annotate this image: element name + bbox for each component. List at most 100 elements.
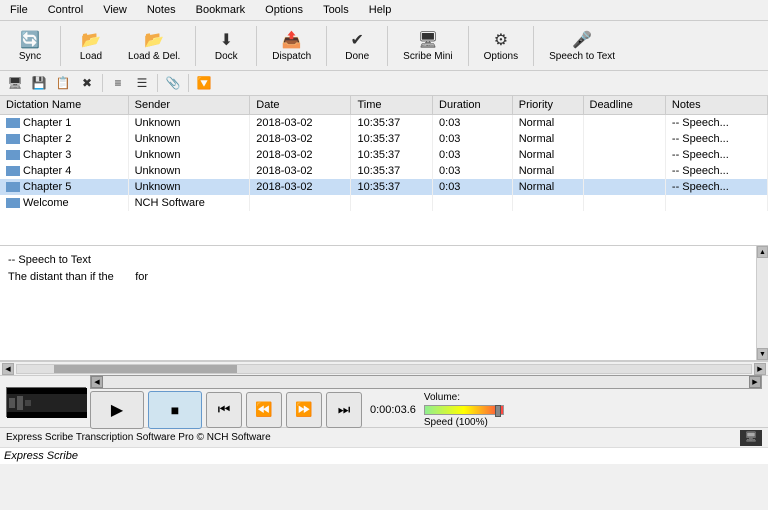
col-deadline[interactable]: Deadline <box>583 96 665 115</box>
table-cell: 10:35:37 <box>351 115 433 132</box>
hscroll-left-arrow[interactable]: ◀ <box>2 363 14 375</box>
menu-tools[interactable]: Tools <box>317 2 355 18</box>
sync-icon: 🔄 <box>16 29 44 51</box>
table-cell: -- Speech... <box>665 147 767 163</box>
menu-control[interactable]: Control <box>42 2 89 18</box>
tb2-list-icon[interactable]: ≡ <box>107 73 129 93</box>
transcript-text: -- Speech to Text The distant than if th… <box>8 252 760 285</box>
volume-thumb[interactable] <box>495 405 501 417</box>
hscroll-track[interactable] <box>16 364 752 374</box>
menu-view[interactable]: View <box>97 2 133 18</box>
menu-bookmark[interactable]: Bookmark <box>190 2 252 18</box>
table-cell <box>583 195 665 211</box>
options-icon: ⚙ <box>487 29 515 51</box>
table-cell: 2018-03-02 <box>250 147 351 163</box>
col-time[interactable]: Time <box>351 96 433 115</box>
table-cell: 10:35:37 <box>351 163 433 179</box>
tb2-lines-icon[interactable]: ☰ <box>131 73 153 93</box>
secondary-toolbar: 🖥 💾 📋 ✖ ≡ ☰ 📎 🔽 <box>0 71 768 96</box>
toolbar-sep-7 <box>533 26 534 66</box>
table-cell <box>665 195 767 211</box>
menu-file[interactable]: File <box>4 2 34 18</box>
toolbar-sep-1 <box>60 26 61 66</box>
col-priority[interactable]: Priority <box>512 96 583 115</box>
menu-options[interactable]: Options <box>259 2 309 18</box>
table-row[interactable]: Chapter 2Unknown2018-03-0210:35:370:03No… <box>0 131 768 147</box>
menu-bar: File Control View Notes Bookmark Options… <box>0 0 768 21</box>
transport-scroll-track <box>103 376 749 388</box>
options-button[interactable]: ⚙ Options <box>475 25 527 66</box>
table-cell: 0:03 <box>433 131 513 147</box>
hscroll-right-arrow[interactable]: ▶ <box>754 363 766 375</box>
menu-notes[interactable]: Notes <box>141 2 182 18</box>
table-cell: 10:35:37 <box>351 131 433 147</box>
col-sender[interactable]: Sender <box>128 96 250 115</box>
tb2-copy-icon[interactable]: 📋 <box>52 73 74 93</box>
volume-bar[interactable] <box>424 405 504 415</box>
volume-label: Volume: <box>424 392 460 403</box>
hscroll-thumb[interactable] <box>54 365 238 373</box>
col-notes[interactable]: Notes <box>665 96 767 115</box>
transcript-area[interactable]: -- Speech to Text The distant than if th… <box>0 246 768 361</box>
load-button[interactable]: 📂 Load <box>67 25 115 66</box>
stop-button[interactable]: ■ <box>148 391 202 429</box>
table-cell <box>250 195 351 211</box>
menu-help[interactable]: Help <box>363 2 398 18</box>
toolbar-sep-3 <box>256 26 257 66</box>
tb2-attach-icon[interactable]: 📎 <box>162 73 184 93</box>
table-cell: Chapter 2 <box>0 131 128 147</box>
table-cell <box>583 131 665 147</box>
toolbar-sep-2 <box>195 26 196 66</box>
transport-scrollbar[interactable]: ◀ ▶ <box>90 375 762 389</box>
col-dictation-name[interactable]: Dictation Name <box>0 96 128 115</box>
scroll-down-arrow[interactable]: ▼ <box>757 348 768 360</box>
table-cell: Chapter 4 <box>0 163 128 179</box>
transport-scroll-right[interactable]: ▶ <box>749 376 761 388</box>
scribe-mini-icon: 🖥 <box>414 29 442 51</box>
skip-end-button[interactable]: ⏭ <box>326 392 362 428</box>
scribe-mini-button[interactable]: 🖥 Scribe Mini <box>394 25 461 66</box>
done-button[interactable]: ✔ Done <box>333 25 381 66</box>
speed-label: Speed (100%) <box>424 417 488 428</box>
table-cell <box>583 115 665 132</box>
transport-bar: ◀ ▶ ▶ ■ ⏮ ⏪ ⏩ ⏭ 0:00:03.6 Volume: Speed … <box>0 375 768 427</box>
content-scrollbar[interactable]: ▲ ▼ <box>756 246 768 360</box>
tb2-save-icon[interactable]: 💾 <box>28 73 50 93</box>
table-cell: 0:03 <box>433 115 513 132</box>
file-list: Dictation Name Sender Date Time Duration… <box>0 96 768 246</box>
col-date[interactable]: Date <box>250 96 351 115</box>
transport-scroll-left[interactable]: ◀ <box>91 376 103 388</box>
scroll-up-arrow[interactable]: ▲ <box>757 246 768 258</box>
table-cell: Normal <box>512 115 583 132</box>
tb2-dropdown-icon[interactable]: 🔽 <box>193 73 215 93</box>
sync-button[interactable]: 🔄 Sync <box>6 25 54 66</box>
table-cell: 2018-03-02 <box>250 179 351 195</box>
table-cell: -- Speech... <box>665 163 767 179</box>
tb2-monitor-icon[interactable]: 🖥 <box>4 73 26 93</box>
load-del-button[interactable]: 📂 Load & Del. <box>119 25 189 66</box>
footer-icon: 🖥 <box>740 430 762 446</box>
table-row[interactable]: Chapter 4Unknown2018-03-0210:35:370:03No… <box>0 163 768 179</box>
table-cell: Normal <box>512 147 583 163</box>
play-button[interactable]: ▶ <box>90 391 144 429</box>
table-cell <box>512 195 583 211</box>
table-cell: Normal <box>512 131 583 147</box>
table-row[interactable]: Chapter 1Unknown2018-03-0210:35:370:03No… <box>0 115 768 132</box>
tb2-close-icon[interactable]: ✖ <box>76 73 98 93</box>
horizontal-scrollbar[interactable]: ◀ ▶ <box>0 361 768 375</box>
rewind-button[interactable]: ⏪ <box>246 392 282 428</box>
fast-forward-button[interactable]: ⏩ <box>286 392 322 428</box>
table-cell: -- Speech... <box>665 131 767 147</box>
table-cell: Unknown <box>128 163 250 179</box>
dispatch-button[interactable]: 📤 Dispatch <box>263 25 320 66</box>
dock-button[interactable]: ⬇ Dock <box>202 25 250 66</box>
toolbar-sep-4 <box>326 26 327 66</box>
footer-text: Express Scribe Transcription Software Pr… <box>6 432 271 443</box>
table-row[interactable]: WelcomeNCH Software <box>0 195 768 211</box>
skip-start-button[interactable]: ⏮ <box>206 392 242 428</box>
speech-to-text-button[interactable]: 🎤 Speech to Text <box>540 25 624 66</box>
table-cell: NCH Software <box>128 195 250 211</box>
table-row[interactable]: Chapter 3Unknown2018-03-0210:35:370:03No… <box>0 147 768 163</box>
col-duration[interactable]: Duration <box>433 96 513 115</box>
table-row[interactable]: Chapter 5Unknown2018-03-0210:35:370:03No… <box>0 179 768 195</box>
